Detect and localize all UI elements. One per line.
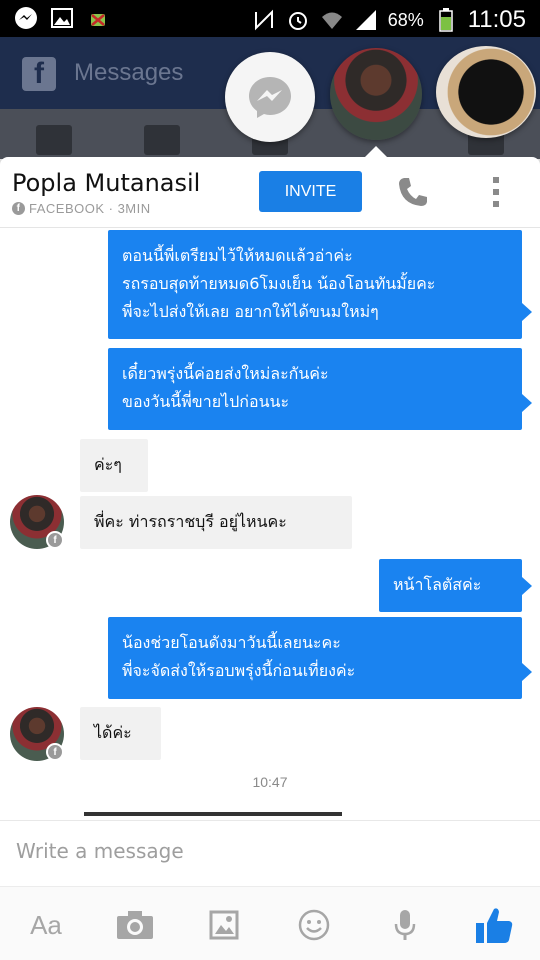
contact-source-label: FACEBOOK · 3MIN (29, 201, 151, 216)
message-composer[interactable]: Write a message (0, 820, 540, 887)
chat-panel: Popla Mutanasil f FACEBOOK · 3MIN INVITE… (0, 157, 540, 960)
emoji-icon[interactable] (292, 907, 336, 943)
composer-toolbar: Aa (0, 886, 540, 960)
nfc-icon (252, 8, 276, 32)
contact-source: f FACEBOOK · 3MIN (12, 201, 151, 216)
message-bubble-outgoing[interactable]: เดี๋ยวพรุ่งนี้ค่อยส่งใหม่ละกันค่ะ ของวัน… (108, 348, 522, 430)
thumbs-up-icon[interactable] (472, 907, 516, 943)
android-debug-icon (86, 6, 110, 30)
more-options-icon[interactable] (490, 175, 502, 209)
message-bubble-outgoing[interactable]: หน้าโลตัสค่ะ (379, 559, 522, 612)
bubble-tail (522, 577, 532, 595)
message-bubble-outgoing[interactable]: น้องช่วยโอนดังมาวันนี้เลยนะคะ พี่จะจัดส่… (108, 617, 522, 699)
partial-attachment (84, 812, 342, 816)
text-format-button[interactable]: Aa (24, 907, 68, 943)
bubble-tail (522, 303, 532, 321)
alarm-icon (286, 8, 310, 32)
gallery-icon[interactable] (202, 907, 246, 943)
phone-call-icon[interactable] (396, 175, 430, 209)
messenger-icon (14, 6, 38, 30)
battery-percent: 68% (387, 9, 424, 30)
message-timestamp: 10:47 (252, 774, 288, 790)
microphone-icon[interactable] (383, 907, 427, 943)
bubble-tail (522, 394, 532, 412)
background-app-title: Messages (74, 59, 184, 86)
signal-icon (354, 8, 378, 32)
battery-icon (434, 8, 458, 32)
facebook-logo-icon: f (22, 57, 56, 91)
contact-chat-head[interactable] (330, 48, 422, 140)
other-chat-head[interactable] (436, 46, 536, 138)
contact-name: Popla Mutanasil (12, 169, 201, 197)
camera-icon[interactable] (113, 907, 157, 943)
message-bubble-outgoing[interactable]: ตอนนี้พี่เตรียมไว้ให้หมดแล้วอ่าค่ะ รถรอบ… (108, 230, 522, 339)
bubble-tail (522, 663, 532, 681)
facebook-icon: f (12, 202, 25, 215)
message-input[interactable]: Write a message (16, 839, 184, 863)
wifi-icon (320, 8, 344, 32)
message-bubble-incoming[interactable]: ได้ค่ะ (80, 707, 161, 760)
clock: 11:05 (467, 6, 526, 33)
bg-tab-icon (144, 125, 180, 155)
message-bubble-incoming[interactable]: พี่คะ ท่ารถราชบุรี อยู่ไหนคะ (80, 496, 352, 549)
message-bubble-incoming[interactable]: ค่ะๆ (80, 439, 148, 492)
facebook-badge-icon: f (46, 743, 64, 761)
image-icon (50, 6, 74, 30)
status-bar: 68% 11:05 (0, 0, 540, 37)
messenger-chat-head[interactable] (225, 52, 315, 142)
chat-header: Popla Mutanasil f FACEBOOK · 3MIN INVITE (0, 157, 540, 228)
invite-button[interactable]: INVITE (259, 171, 362, 212)
bg-tab-icon (36, 125, 72, 155)
facebook-badge-icon: f (46, 531, 64, 549)
messenger-icon (249, 77, 291, 118)
